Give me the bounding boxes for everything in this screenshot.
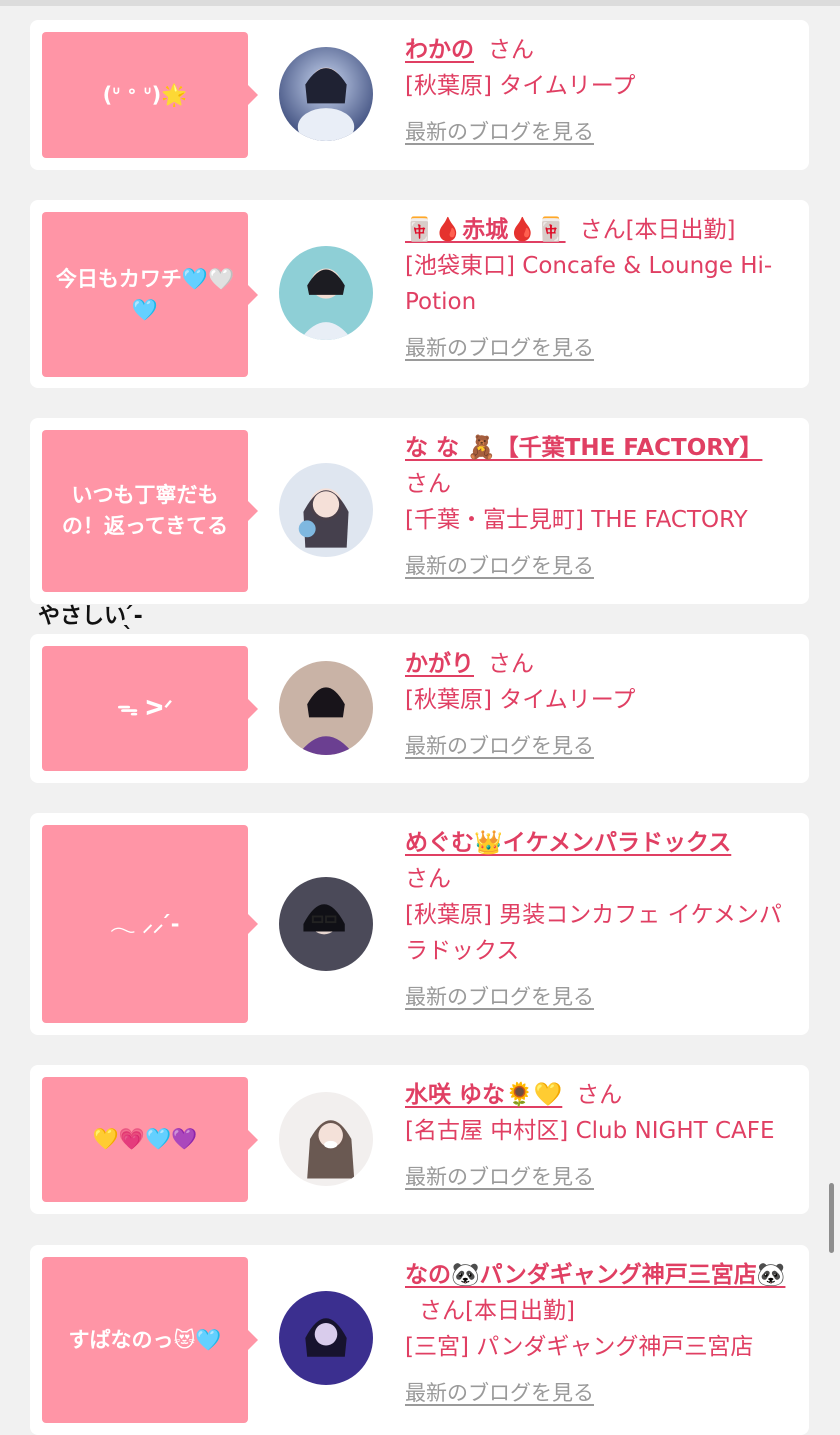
latest-blog-link[interactable]: 最新のブログを見る xyxy=(405,1375,594,1411)
comment-bubble: 今日もカワチ🩵🤍🩵 xyxy=(42,212,258,377)
shop-label: [秋葉原] 男装コンカフェ イケメンパラドックス xyxy=(405,902,782,964)
user-name-link[interactable]: めぐむ👑イケメンパラドックス xyxy=(405,830,731,856)
status-text: [本日出勤] xyxy=(625,217,736,243)
user-name-link[interactable]: なの🐼パンダギャング神戸三宮店🐼 xyxy=(405,1262,785,1288)
user-card: いつも丁寧だもの！返ってきてる な な 🧸【千葉THE FACTORY】 さん [… xyxy=(30,418,809,604)
comment-bubble: 𓂃 ⸝⸝ ́- xyxy=(42,825,258,1023)
avatar[interactable] xyxy=(279,1291,373,1385)
comment-bubble: ᯓ ᐳᐟ xyxy=(42,646,258,771)
comment-bubble: すぱなのっ😻🩵 xyxy=(42,1257,258,1423)
user-name-link[interactable]: かがり xyxy=(405,651,474,677)
avatar[interactable] xyxy=(279,47,373,141)
user-card: ᯓ ᐳᐟ かがり さん [秋葉原] タイムリープ 最新のブログを見る xyxy=(30,634,809,783)
shop-label: [千葉・富士見町] THE FACTORY xyxy=(405,507,748,533)
avatar[interactable] xyxy=(279,877,373,971)
overlay-note: やさしい ̖́-‬ xyxy=(38,604,143,629)
user-card: (ᐡ ᐤ ᐡ)🌟 わかの さん [秋葉原] タイムリープ 最新のブログを見る xyxy=(30,20,809,170)
honorific: さん xyxy=(405,471,451,497)
user-name-link[interactable]: 🀄🩸赤城🩸🀄 xyxy=(405,217,566,243)
honorific: さん xyxy=(488,37,534,63)
avatar[interactable] xyxy=(279,661,373,755)
honorific: さん xyxy=(419,1298,465,1324)
honorific: さん xyxy=(576,1082,623,1108)
user-name-link[interactable]: わかの xyxy=(405,37,474,63)
status-text: [本日出勤] xyxy=(465,1298,575,1324)
comment-text: ᯓ ᐳᐟ xyxy=(117,696,173,720)
top-edge-bar xyxy=(0,0,840,6)
user-card: 💛💗🩵💜 水咲 ゆな🌻💛 さん [名古屋 中村区] Club NIGHT CAFE… xyxy=(30,1065,809,1214)
latest-blog-link[interactable]: 最新のブログを見る xyxy=(405,114,594,150)
avatar[interactable] xyxy=(279,463,373,557)
comment-bubble: 💛💗🩵💜 xyxy=(42,1077,258,1202)
comment-text: 𓂃 ⸝⸝ ́- xyxy=(110,911,180,936)
latest-blog-link[interactable]: 最新のブログを見る xyxy=(405,548,594,584)
user-card: 今日もカワチ🩵🤍🩵 🀄🩸赤城🩸🀄 さん[本日出勤] [池袋東口] Concafe … xyxy=(30,200,809,388)
shop-label: [三宮] パンダギャング神戸三宮店 xyxy=(405,1334,754,1360)
honorific: さん xyxy=(579,217,626,243)
latest-blog-link[interactable]: 最新のブログを見る xyxy=(405,728,594,764)
shop-label: [秋葉原] タイムリープ xyxy=(405,73,636,99)
shop-label: [名古屋 中村区] Club NIGHT CAFE xyxy=(405,1118,775,1144)
comment-bubble: いつも丁寧だもの！返ってきてる xyxy=(42,430,258,592)
avatar[interactable] xyxy=(279,246,373,340)
comment-bubble: (ᐡ ᐤ ᐡ)🌟 xyxy=(42,32,258,158)
honorific: さん xyxy=(488,651,534,677)
scrollbar-thumb[interactable] xyxy=(829,1183,834,1253)
user-card: 𓂃 ⸝⸝ ́- めぐむ👑イケメンパラドックス さん [秋葉原] 男装コンカフェ イ… xyxy=(30,813,809,1035)
comment-text: いつも丁寧だもの！返ってきてる xyxy=(61,483,229,538)
latest-blog-link[interactable]: 最新のブログを見る xyxy=(405,1159,594,1195)
user-name-link[interactable]: 水咲 ゆな🌻💛 xyxy=(405,1082,562,1108)
user-card: すぱなのっ😻🩵 なの🐼パンダギャング神戸三宮店🐼 さん[本日出勤] [三宮] パン… xyxy=(30,1245,809,1435)
comment-text: 💛💗🩵💜 xyxy=(92,1127,198,1151)
comment-text: (ᐡ ᐤ ᐡ)🌟 xyxy=(102,82,188,107)
comment-text: すぱなのっ😻🩵 xyxy=(68,1327,222,1352)
honorific: さん xyxy=(405,866,451,892)
user-name-link[interactable]: な な 🧸【千葉THE FACTORY】 xyxy=(405,435,762,461)
shop-label: [池袋東口] Concafe & Lounge Hi-Potion xyxy=(405,253,773,315)
comment-text: 今日もカワチ🩵🤍🩵 xyxy=(55,266,235,322)
latest-blog-link[interactable]: 最新のブログを見る xyxy=(405,330,594,366)
avatar[interactable] xyxy=(279,1092,373,1186)
latest-blog-link[interactable]: 最新のブログを見る xyxy=(405,979,594,1015)
shop-label: [秋葉原] タイムリープ xyxy=(405,687,636,713)
